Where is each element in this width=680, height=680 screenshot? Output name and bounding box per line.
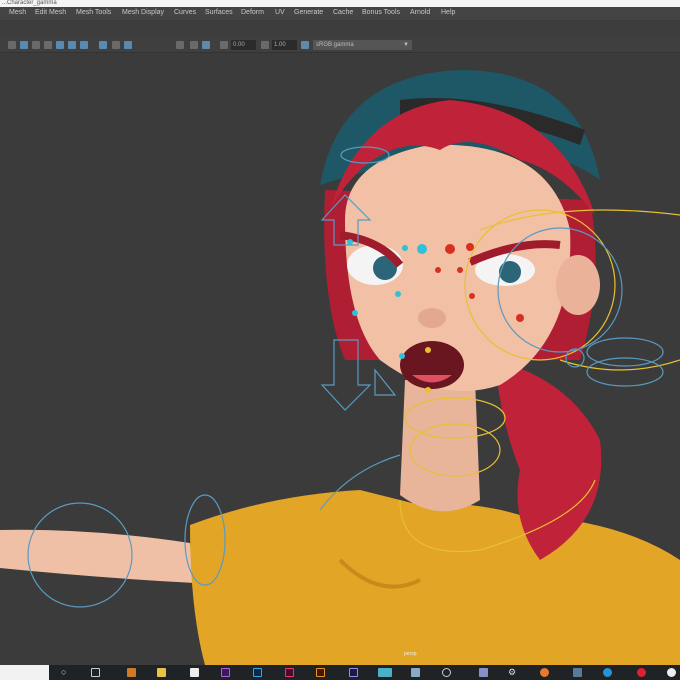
shelf-area bbox=[0, 21, 680, 37]
illustrator-icon[interactable] bbox=[316, 668, 325, 677]
indesign-icon[interactable] bbox=[285, 668, 294, 677]
viewport-toolbar: 0.00 1.00 sRGB gamma ▼ bbox=[0, 37, 680, 53]
app-icon[interactable] bbox=[573, 668, 582, 677]
maya-icon[interactable] bbox=[378, 668, 392, 677]
menu-uv[interactable]: UV bbox=[275, 9, 285, 16]
menu-deform[interactable]: Deform bbox=[241, 9, 264, 16]
character-arm bbox=[0, 529, 195, 583]
title-bar: ...Character_gamma bbox=[0, 0, 680, 7]
settings-icon[interactable]: ⚙ bbox=[508, 668, 517, 677]
exposure-icon bbox=[220, 41, 228, 49]
menu-bar: Mesh Edit Mesh Mesh Tools Mesh Display C… bbox=[0, 7, 680, 21]
isolate-icon[interactable] bbox=[99, 41, 107, 49]
after-effects-icon[interactable] bbox=[349, 668, 358, 677]
app-icon[interactable] bbox=[442, 668, 451, 677]
menu-cache[interactable]: Cache bbox=[333, 9, 353, 16]
app-icon[interactable] bbox=[479, 668, 488, 677]
menu-curves[interactable]: Curves bbox=[174, 9, 196, 16]
lighting-icon[interactable] bbox=[56, 41, 64, 49]
app-icon[interactable] bbox=[127, 668, 136, 677]
character-neck bbox=[400, 380, 480, 512]
resolution-gate-icon[interactable] bbox=[176, 41, 184, 49]
edge-icon[interactable] bbox=[603, 668, 612, 677]
photoshop-icon[interactable] bbox=[253, 668, 262, 677]
premiere-pro-icon[interactable] bbox=[221, 668, 230, 677]
ao-icon[interactable] bbox=[80, 41, 88, 49]
file-explorer-icon[interactable] bbox=[157, 668, 166, 677]
window-title: ...Character_gamma bbox=[2, 0, 57, 6]
menu-bonus-tools[interactable]: Bonus Tools bbox=[362, 9, 400, 16]
app-icon[interactable] bbox=[667, 668, 676, 677]
app-icon[interactable] bbox=[411, 668, 420, 677]
chevron-down-icon: ▼ bbox=[403, 42, 409, 48]
safe-area-icon[interactable] bbox=[202, 41, 210, 49]
windows-taskbar: ○ ⚙ bbox=[0, 665, 680, 680]
character-render bbox=[0, 70, 680, 665]
wireframe-icon[interactable] bbox=[20, 41, 28, 49]
opera-icon[interactable] bbox=[637, 668, 646, 677]
gamma-field[interactable]: 1.00 bbox=[272, 40, 297, 50]
textured-icon[interactable] bbox=[44, 41, 52, 49]
film-gate-icon[interactable] bbox=[190, 41, 198, 49]
grid-icon[interactable] bbox=[124, 41, 132, 49]
task-view-icon[interactable] bbox=[91, 668, 100, 677]
menu-help[interactable]: Help bbox=[441, 9, 455, 16]
camera-icon[interactable] bbox=[8, 41, 16, 49]
gamma-icon bbox=[261, 41, 269, 49]
color-management-icon[interactable] bbox=[301, 41, 309, 49]
exposure-field[interactable]: 0.00 bbox=[231, 40, 256, 50]
menu-surfaces[interactable]: Surfaces bbox=[205, 9, 233, 16]
menu-arnold[interactable]: Arnold bbox=[410, 9, 430, 16]
menu-generate[interactable]: Generate bbox=[294, 9, 323, 16]
camera-label: persp bbox=[404, 651, 417, 657]
menu-mesh-tools[interactable]: Mesh Tools bbox=[76, 9, 111, 16]
app-icon[interactable] bbox=[540, 668, 549, 677]
xray-icon[interactable] bbox=[112, 41, 120, 49]
color-space-label: sRGB gamma bbox=[316, 42, 354, 48]
shadows-icon[interactable] bbox=[68, 41, 76, 49]
3d-viewport[interactable] bbox=[0, 53, 680, 665]
search-icon[interactable]: ○ bbox=[61, 668, 70, 677]
menu-edit-mesh[interactable]: Edit Mesh bbox=[35, 9, 66, 16]
character-shirt bbox=[190, 490, 680, 665]
app-icon[interactable] bbox=[190, 668, 199, 677]
color-space-dropdown[interactable]: sRGB gamma ▼ bbox=[313, 40, 412, 50]
menu-mesh-display[interactable]: Mesh Display bbox=[122, 9, 164, 16]
taskbar-search-box[interactable] bbox=[0, 665, 49, 680]
menu-mesh[interactable]: Mesh bbox=[9, 9, 26, 16]
smooth-shade-icon[interactable] bbox=[32, 41, 40, 49]
